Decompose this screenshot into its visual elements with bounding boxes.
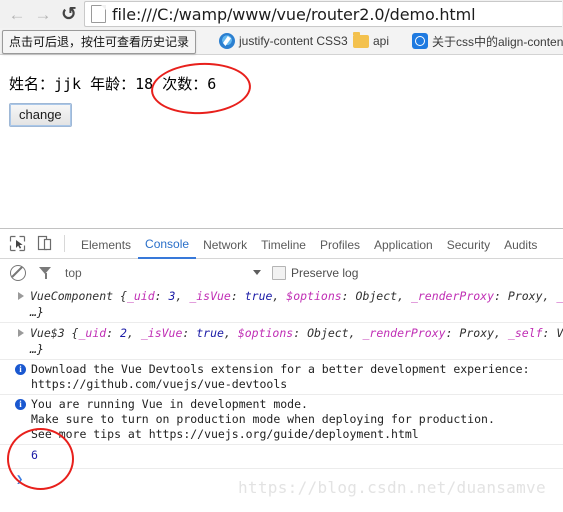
navigation-buttons: ← → ↻ <box>4 0 82 28</box>
object-constructor: Vue$3 <box>30 326 65 340</box>
object-constructor: VueComponent <box>30 289 114 303</box>
filter-funnel-icon[interactable] <box>39 266 52 279</box>
circle-badge-icon <box>412 33 428 49</box>
tab-audits[interactable]: Audits <box>497 230 544 258</box>
info-line: You are running Vue in development mode. <box>31 397 308 411</box>
info-icon: i <box>15 364 26 375</box>
info-line[interactable]: https://github.com/vuejs/vue-devtools <box>31 377 563 392</box>
info-line: Download the Vue Devtools extension for … <box>31 362 530 376</box>
devtools-panel: Elements Console Network Timeline Profil… <box>0 228 563 512</box>
prop-key: _isVue <box>189 289 231 303</box>
expand-triangle-icon[interactable] <box>18 329 24 337</box>
prop-key: _sel <box>556 289 563 303</box>
expand-triangle-icon[interactable] <box>18 292 24 300</box>
prop-value: Proxy <box>459 326 495 340</box>
page-document-icon <box>91 5 106 23</box>
folder-icon <box>353 32 369 48</box>
prop-value: Proxy <box>507 289 543 303</box>
page-viewport: 姓名：jjk 年龄：18 次数：6 change <box>0 55 563 228</box>
console-filter-bar: top Preserve log <box>0 259 563 287</box>
object-brace: { <box>64 326 79 340</box>
forward-icon[interactable]: → <box>30 1 56 27</box>
bookmark-label: 关于css中的align-content <box>432 34 563 49</box>
console-message-info[interactable]: i You are running Vue in development mod… <box>0 395 563 445</box>
console-message-result[interactable]: 6 <box>0 445 563 469</box>
bookmark-label: justify-content CSS3 <box>239 34 348 48</box>
chevron-down-icon[interactable] <box>253 270 261 275</box>
prop-key: $options <box>286 289 342 303</box>
page-text: 姓名：jjk 年龄：18 次数：6 <box>9 75 217 93</box>
bookmark-item-4[interactable]: 关于css中的align-content <box>412 28 563 54</box>
object-continuation: …} <box>30 305 44 319</box>
tab-network[interactable]: Network <box>196 230 254 258</box>
prop-key: _uid <box>78 326 107 340</box>
prop-value: Vue$ <box>556 326 563 340</box>
device-toolbar-icon[interactable] <box>35 234 54 253</box>
info-line: Make sure to turn on production mode whe… <box>31 412 495 426</box>
back-button-tooltip: 点击可后退，按住可查看历史记录 <box>2 30 197 54</box>
result-value: 6 <box>31 448 38 462</box>
object-brace: { <box>113 289 127 303</box>
bookmark-label: api <box>373 34 390 48</box>
change-button[interactable]: change <box>9 103 72 127</box>
toolbar-divider <box>64 235 65 252</box>
prop-value: Object <box>355 289 398 303</box>
console-message-object[interactable]: VueComponent {_uid: 3, _isVue: true, $op… <box>0 286 563 323</box>
prop-value: true <box>196 326 224 340</box>
console-message-object[interactable]: Vue$3 {_uid: 2, _isVue: true, $options: … <box>0 323 563 360</box>
info-line[interactable]: See more tips at https://vuejs.org/guide… <box>31 427 563 442</box>
tab-application[interactable]: Application <box>367 230 440 258</box>
execution-context-select[interactable]: top <box>65 266 82 280</box>
tab-profiles[interactable]: Profiles <box>313 230 367 258</box>
url-text[interactable]: file:///C:/wamp/www/vue/router2.0/demo.h… <box>112 5 476 24</box>
prop-value: 2 <box>120 326 127 340</box>
address-bar[interactable]: file:///C:/wamp/www/vue/router2.0/demo.h… <box>84 1 562 27</box>
bookmark-item-3[interactable]: api <box>353 28 389 54</box>
prop-value: Object <box>307 326 349 340</box>
tab-security[interactable]: Security <box>440 230 497 258</box>
prop-key: _renderProxy <box>410 289 495 303</box>
prop-key: $options <box>237 326 294 340</box>
preserve-log-checkbox[interactable] <box>272 265 286 280</box>
devtools-tabbar: Elements Console Network Timeline Profil… <box>0 229 563 259</box>
clear-console-icon[interactable] <box>10 264 26 281</box>
tab-elements[interactable]: Elements <box>74 230 138 258</box>
inspect-cursor-icon[interactable] <box>8 234 27 253</box>
prop-key: _isVue <box>140 326 183 340</box>
info-icon: i <box>15 399 26 410</box>
console-message-info[interactable]: i Download the Vue Devtools extension fo… <box>0 360 563 395</box>
preserve-log-label[interactable]: Preserve log <box>291 266 358 280</box>
bird-blue-icon <box>219 33 235 49</box>
prop-key: _uid <box>126 289 155 303</box>
prop-key: _self <box>507 326 543 340</box>
tab-timeline[interactable]: Timeline <box>254 230 313 258</box>
browser-toolbar: ← → ↻ file:///C:/wamp/www/vue/router2.0/… <box>0 0 563 29</box>
reload-icon[interactable]: ↻ <box>56 1 82 27</box>
tab-console[interactable]: Console <box>138 229 197 259</box>
bookmark-item-2[interactable]: justify-content CSS3 <box>219 28 348 54</box>
back-icon[interactable]: ← <box>4 1 30 27</box>
watermark-text: https://blog.csdn.net/duansamve <box>238 478 546 497</box>
prop-value: true <box>244 289 273 303</box>
object-continuation: …} <box>30 342 44 356</box>
prop-key: _renderProxy <box>362 326 446 340</box>
